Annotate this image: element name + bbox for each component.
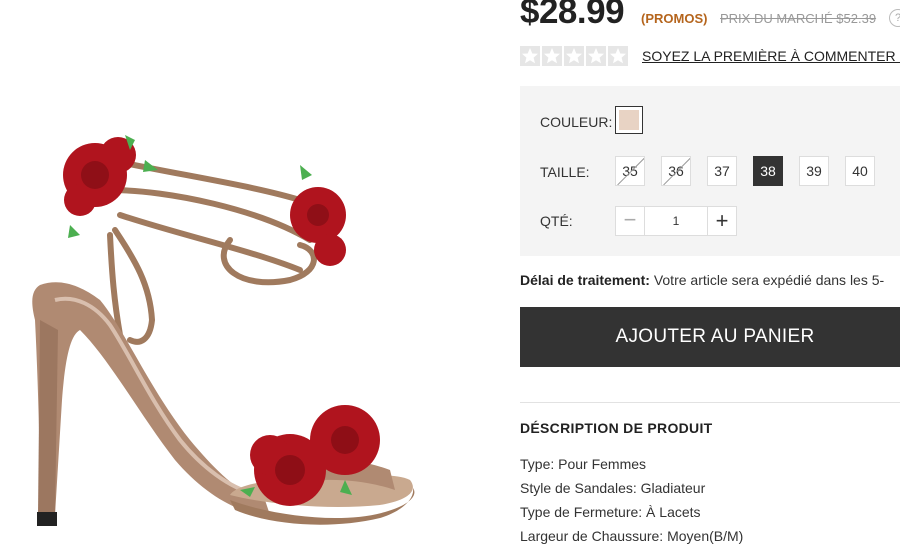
processing-time: Délai de traitement: Votre article sera … (520, 272, 884, 288)
color-swatch[interactable] (615, 106, 643, 134)
current-price: $28.99 (520, 0, 625, 31)
quantity-decrease-button[interactable]: − (615, 206, 645, 236)
add-to-cart-button[interactable]: AJOUTER AU PANIER (520, 307, 900, 367)
processing-text: Votre article sera expédié dans les 5- (649, 272, 885, 288)
size-option-38[interactable]: 38 (753, 156, 783, 186)
star-icon (608, 46, 628, 66)
quantity-input[interactable]: 1 (644, 206, 708, 236)
market-price: PRIX DU MARCHÉ $52.39 (720, 11, 877, 26)
size-label: TAILLE: (540, 164, 590, 180)
shoe-illustration (32, 135, 415, 526)
divider (520, 402, 900, 403)
star-icon (586, 46, 606, 66)
star-icon (542, 46, 562, 66)
size-option-36[interactable]: 36 (661, 156, 691, 186)
star-icon (520, 46, 540, 66)
size-option-40[interactable]: 40 (845, 156, 875, 186)
star-icon (564, 46, 584, 66)
size-text: 40 (852, 163, 868, 179)
size-text: 38 (760, 163, 776, 179)
spec-item: Type de Fermeture: À Lacets (520, 504, 701, 520)
swatch-fill (619, 110, 639, 130)
size-option-35[interactable]: 35 (615, 156, 645, 186)
rating-stars (520, 46, 628, 66)
size-text: 39 (806, 163, 822, 179)
spec-item: Largeur de Chaussure: Moyen(B/M) (520, 528, 744, 544)
size-option-37[interactable]: 37 (707, 156, 737, 186)
size-option-39[interactable]: 39 (799, 156, 829, 186)
spec-item: Style de Sandales: Gladiateur (520, 480, 706, 496)
product-image[interactable] (0, 0, 505, 550)
write-review-link[interactable]: SOYEZ LA PREMIÈRE À COMMENTER CET (642, 48, 900, 64)
size-text: 37 (714, 163, 730, 179)
promo-link[interactable]: (PROMOS) (641, 11, 707, 26)
quantity-label: QTÉ: (540, 213, 573, 229)
color-label: COULEUR: (540, 114, 613, 130)
quantity-increase-button[interactable]: + (707, 206, 737, 236)
help-icon[interactable]: ? (889, 9, 900, 27)
processing-label: Délai de traitement: (520, 272, 650, 288)
description-title: DÉSCRIPTION DE PRODUIT (520, 420, 713, 436)
spec-item: Type: Pour Femmes (520, 456, 647, 472)
